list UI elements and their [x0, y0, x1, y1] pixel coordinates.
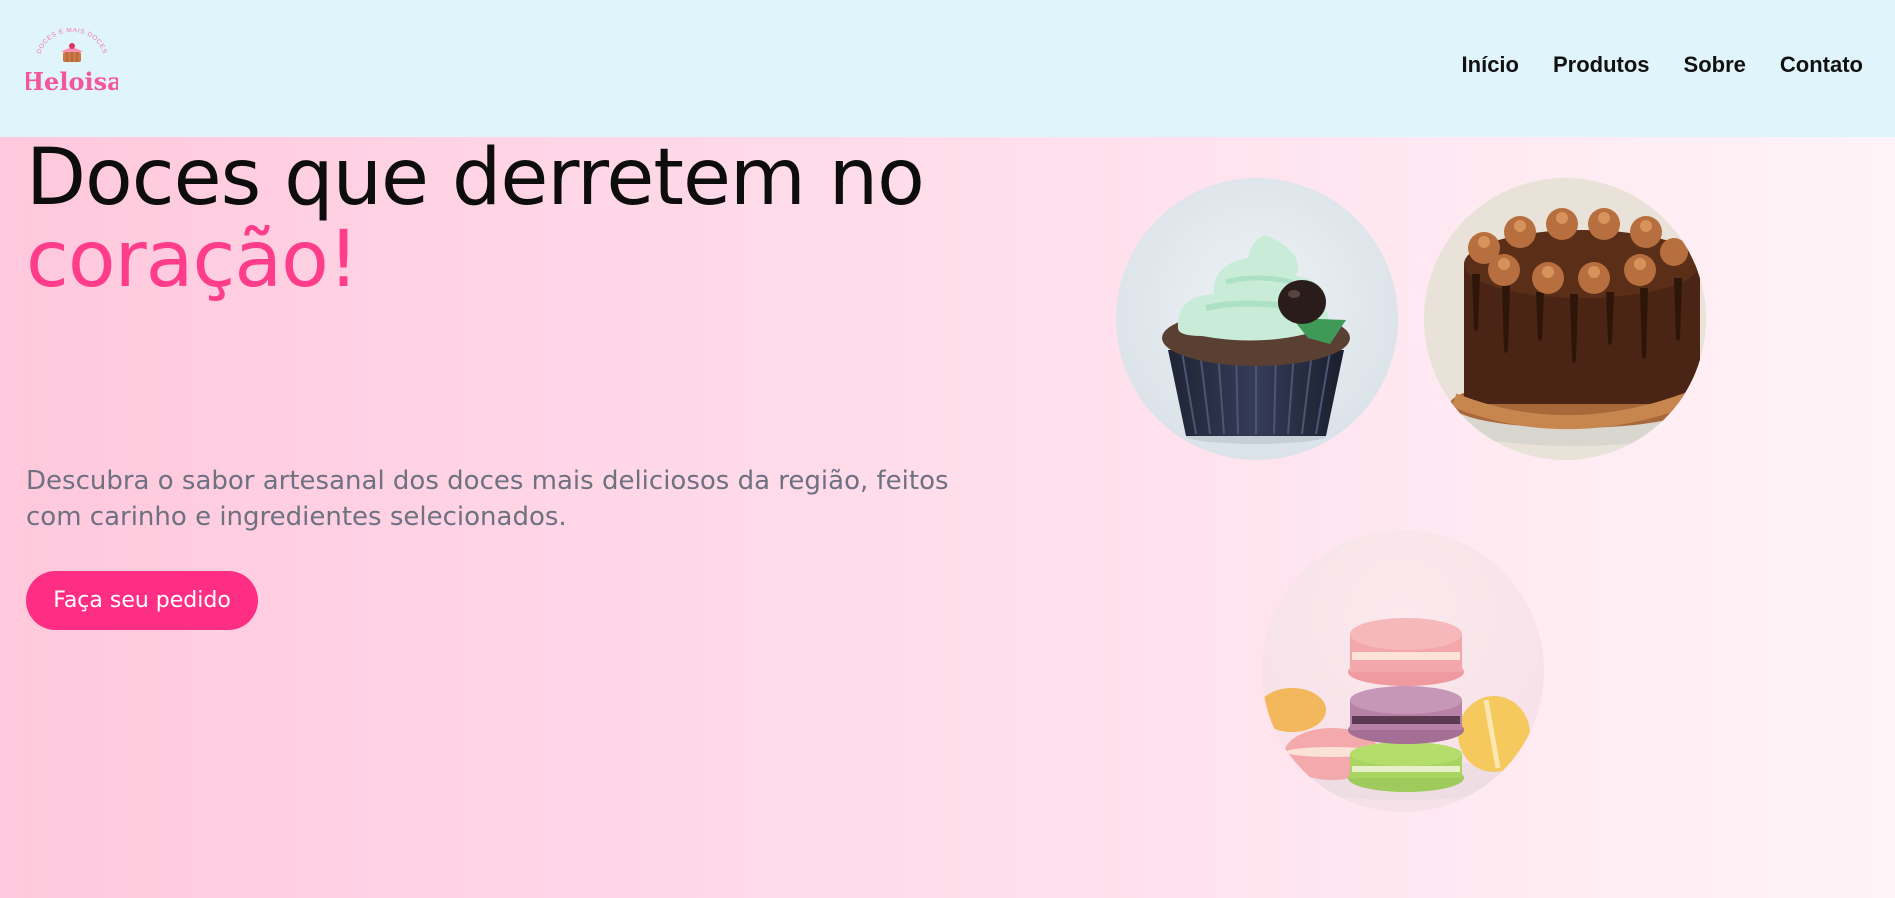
cupcake-image [1116, 178, 1398, 460]
order-button[interactable]: Faça seu pedido [26, 571, 258, 630]
nav-link-sobre[interactable]: Sobre [1684, 52, 1746, 78]
macarons-image [1262, 530, 1544, 812]
svg-text:Heloisa: Heloisa [26, 67, 118, 96]
main-nav: Início Produtos Sobre Contato [1462, 52, 1863, 78]
nav-link-contato[interactable]: Contato [1780, 52, 1863, 78]
hero-headline: Doces que derretem no coração! [26, 137, 1026, 301]
brand-logo[interactable]: DOCES E MAIS DOCES Heloisa [21, 27, 122, 98]
headline-accent: coração! [26, 215, 359, 305]
cupcake-photo-icon [1116, 178, 1398, 460]
macarons-photo-icon [1262, 530, 1544, 812]
chocolate-cake-image [1424, 178, 1706, 460]
headline-main: Doces que derretem no [26, 133, 925, 223]
nav-link-produtos[interactable]: Produtos [1553, 52, 1650, 78]
cupcake-logo-icon: DOCES E MAIS DOCES Heloisa [21, 27, 122, 96]
chocolate-cake-photo-icon [1424, 178, 1706, 460]
hero-subtitle: Descubra o sabor artesanal dos doces mai… [26, 466, 949, 532]
nav-link-inicio[interactable]: Início [1462, 52, 1519, 78]
site-header: DOCES E MAIS DOCES Heloisa Início Produt… [0, 0, 1895, 137]
